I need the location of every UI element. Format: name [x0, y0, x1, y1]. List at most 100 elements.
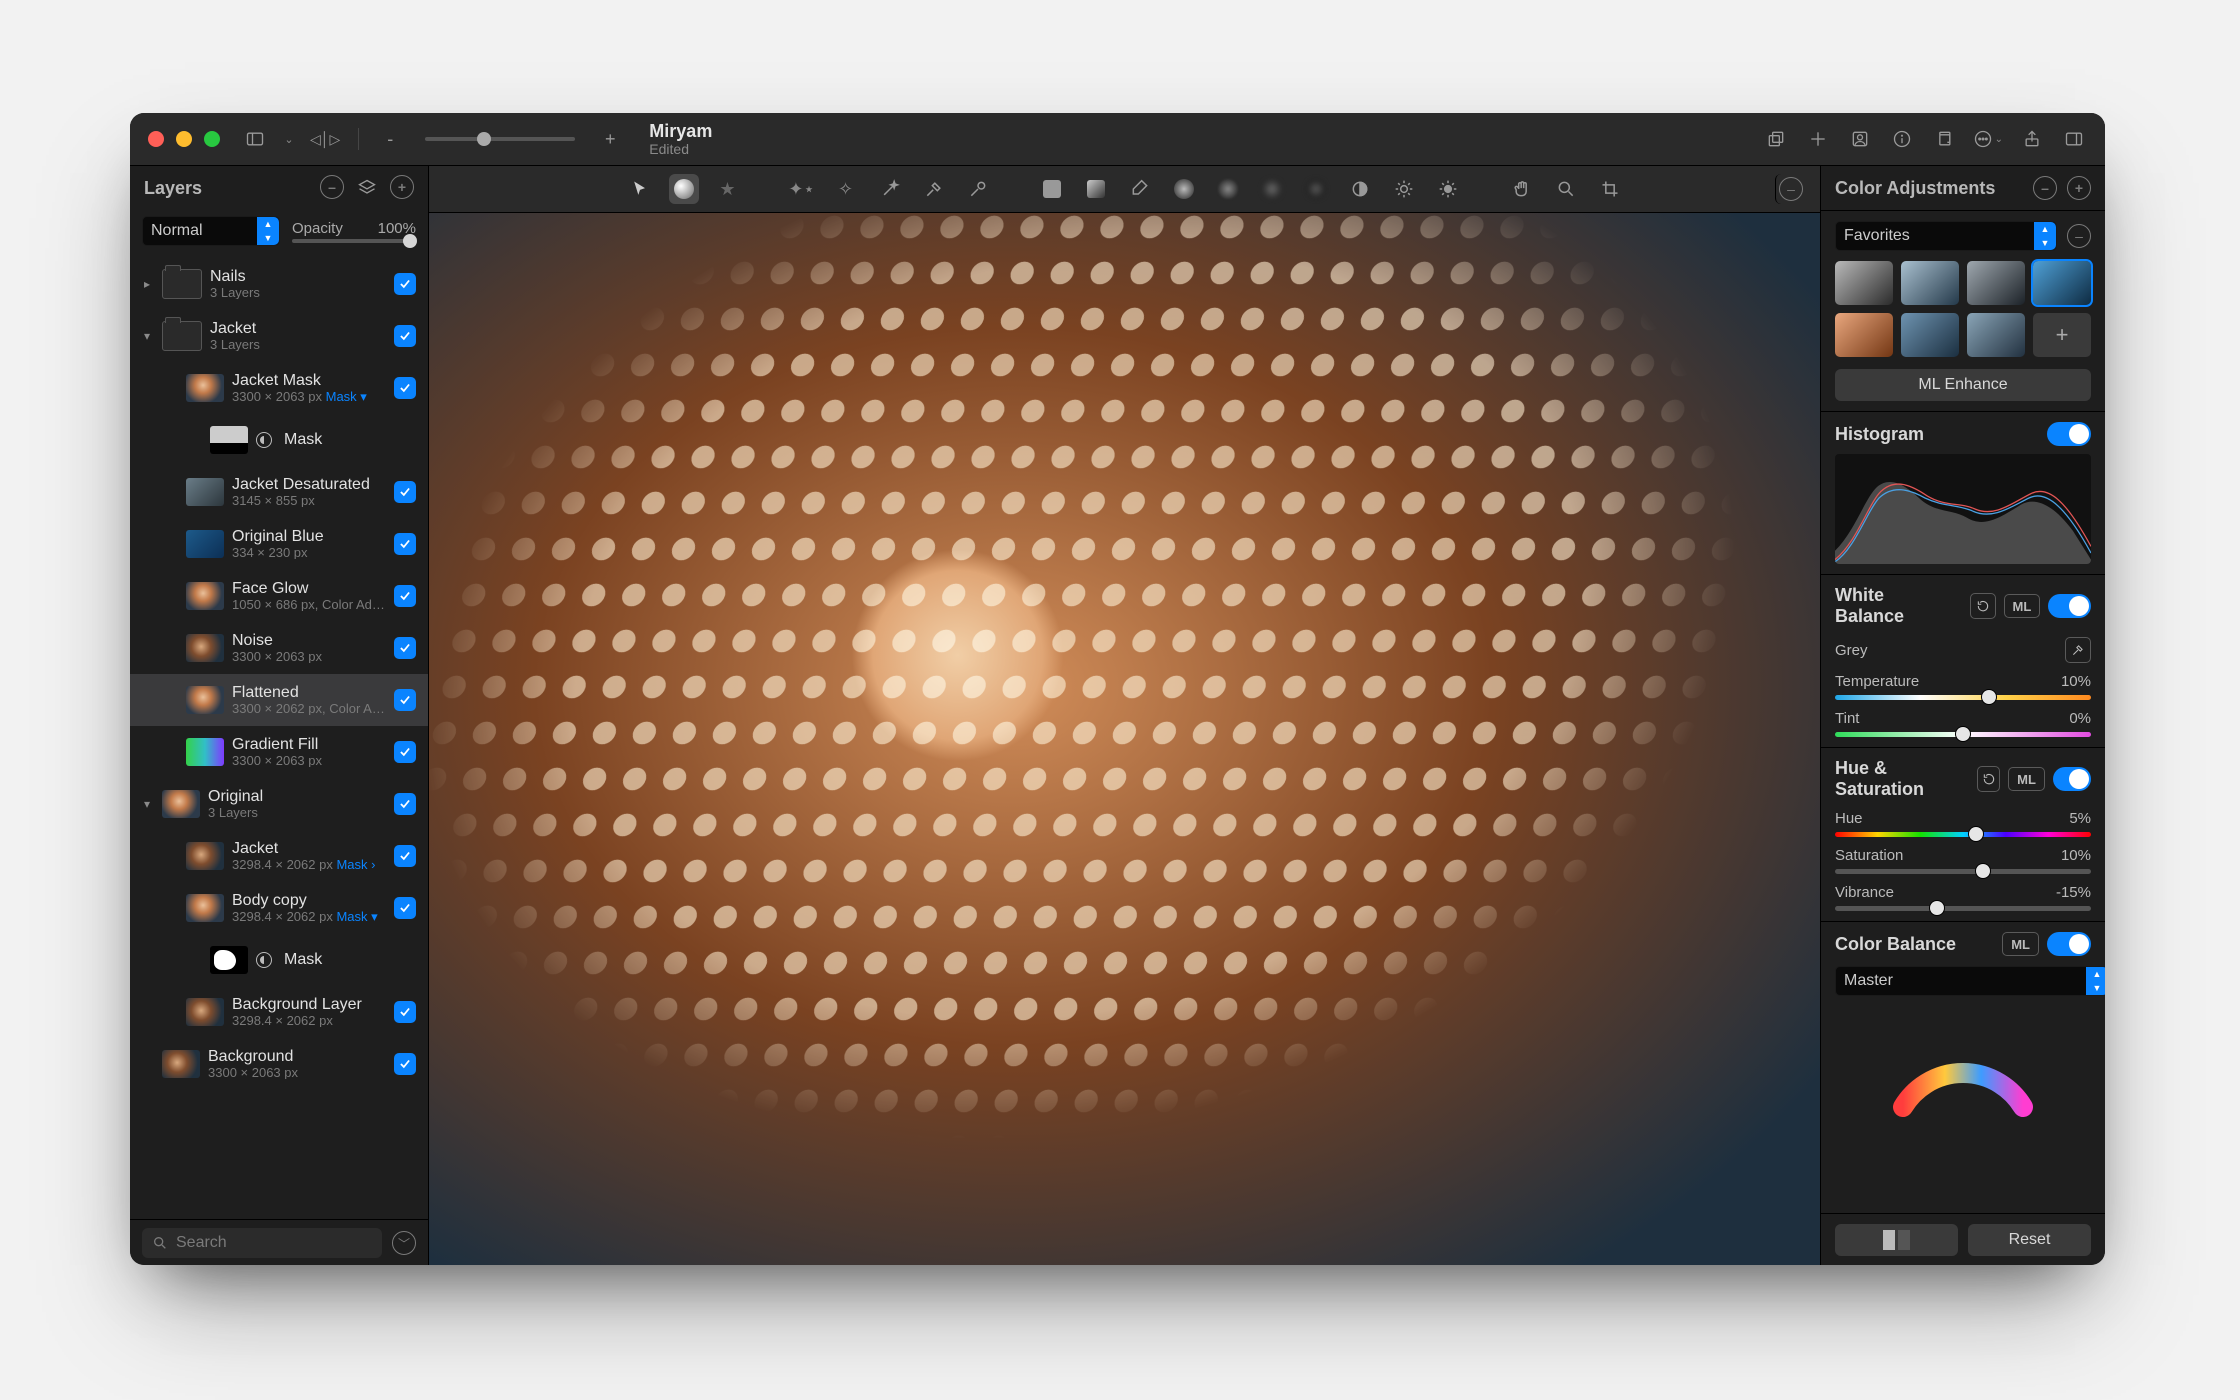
layer-visibility-checkbox[interactable]	[394, 637, 416, 659]
soft-brush-3[interactable]	[1301, 174, 1331, 204]
layer-mask-link[interactable]: Mask ›	[333, 858, 376, 872]
cb-wheel[interactable]	[1835, 1002, 2091, 1122]
hs-hue-slider[interactable]	[1835, 832, 2091, 837]
cb-range-select[interactable]: Master ▲▼	[1835, 966, 2105, 996]
layer-row[interactable]: Background Layer3298.4 × 2062 px	[130, 986, 428, 1038]
layer-visibility-checkbox[interactable]	[394, 377, 416, 399]
preset-thumb-4-selected[interactable]	[2033, 261, 2091, 305]
zoom-tool[interactable]	[1551, 174, 1581, 204]
soft-brush-1[interactable]	[1213, 174, 1243, 204]
add-layer-button[interactable]	[1763, 126, 1789, 152]
original-compare-button[interactable]: ◁│▷	[310, 126, 340, 152]
arrow-tool[interactable]	[625, 174, 655, 204]
layer-visibility-checkbox[interactable]	[394, 793, 416, 815]
layer-disclosure[interactable]: ▾	[140, 329, 154, 343]
crop-tool[interactable]	[1595, 174, 1625, 204]
opacity-slider[interactable]	[292, 239, 416, 243]
layer-mask-link[interactable]: Mask ▾	[333, 910, 378, 924]
canvas[interactable]	[429, 213, 1820, 1265]
reset-button[interactable]: Reset	[1968, 1224, 2091, 1256]
layer-disclosure[interactable]: ▸	[140, 277, 154, 291]
wb-reset-button[interactable]	[1970, 593, 1995, 619]
magic-wand-tool[interactable]	[875, 174, 905, 204]
wb-temperature-slider[interactable]	[1835, 695, 2091, 700]
preset-add-button[interactable]: +	[2033, 313, 2091, 357]
gradient-rect-tool[interactable]	[1081, 174, 1111, 204]
zoom-in-button[interactable]: +	[597, 126, 623, 152]
layer-visibility-checkbox[interactable]	[394, 845, 416, 867]
layer-row[interactable]: Mask	[130, 414, 428, 466]
minimize-window-button[interactable]	[176, 131, 192, 147]
contrast-tool[interactable]	[1345, 174, 1375, 204]
layer-row[interactable]: ▾Jacket3 Layers	[130, 310, 428, 362]
favorites-select[interactable]: Favorites ▲▼	[1835, 221, 2057, 251]
new-button[interactable]	[1805, 126, 1831, 152]
sidebar-toggle-button[interactable]	[242, 126, 268, 152]
hand-tool[interactable]	[1507, 174, 1537, 204]
fullscreen-window-button[interactable]	[204, 131, 220, 147]
wb-ml-button[interactable]: ML	[2004, 594, 2041, 618]
layer-row[interactable]: ▾Original3 Layers	[130, 778, 428, 830]
layers-stack-icon[interactable]	[354, 175, 380, 201]
layer-visibility-checkbox[interactable]	[394, 897, 416, 919]
info-button[interactable]	[1889, 126, 1915, 152]
layer-row[interactable]: Body copy3298.4 × 2062 px Mask ▾	[130, 882, 428, 934]
wb-grey-picker[interactable]	[2065, 637, 2091, 663]
layer-row[interactable]: ▸Nails3 Layers	[130, 258, 428, 310]
preset-thumb-5[interactable]	[1835, 313, 1893, 357]
preset-thumb-6[interactable]	[1901, 313, 1959, 357]
layer-row[interactable]: Jacket Mask3300 × 2063 px Mask ▾	[130, 362, 428, 414]
favorite-tool[interactable]: ★	[713, 174, 743, 204]
preset-thumb-1[interactable]	[1835, 261, 1893, 305]
layers-collapse-button[interactable]: –	[320, 175, 344, 199]
layer-row[interactable]: Background3300 × 2063 px	[130, 1038, 428, 1090]
layer-mask-link[interactable]: Mask ▾	[322, 390, 367, 404]
layer-disclosure[interactable]: ▾	[140, 797, 154, 811]
layer-visibility-checkbox[interactable]	[394, 533, 416, 555]
eraser-tool[interactable]	[1125, 174, 1155, 204]
eyedropper-tool[interactable]	[919, 174, 949, 204]
close-window-button[interactable]	[148, 131, 164, 147]
sparkle-tool-2[interactable]: ✧	[831, 174, 861, 204]
cb-toggle[interactable]	[2047, 932, 2091, 956]
extensions-button[interactable]: ⌄	[1973, 126, 2003, 152]
person-button[interactable]	[1847, 126, 1873, 152]
cb-ml-button[interactable]: ML	[2002, 932, 2039, 956]
hs-reset-button[interactable]	[1977, 766, 2000, 792]
before-after-button[interactable]	[1835, 1224, 1958, 1256]
layer-visibility-checkbox[interactable]	[394, 741, 416, 763]
layer-row[interactable]: Jacket Desaturated3145 × 855 px	[130, 466, 428, 518]
hs-sat-slider[interactable]	[1835, 869, 2091, 874]
layer-row[interactable]: Noise3300 × 2063 px	[130, 622, 428, 674]
layers-search-input[interactable]: Search	[142, 1228, 382, 1258]
preset-thumb-7[interactable]	[1967, 313, 2025, 357]
ml-enhance-button[interactable]: ML Enhance	[1835, 369, 2091, 401]
exposure-tool[interactable]	[1433, 174, 1463, 204]
preset-thumb-2[interactable]	[1901, 261, 1959, 305]
layer-visibility-checkbox[interactable]	[394, 585, 416, 607]
sidebar-toggle-chevron[interactable]: ⌄	[282, 126, 296, 152]
layer-visibility-checkbox[interactable]	[394, 1053, 416, 1075]
favorites-remove-button[interactable]: –	[2067, 224, 2091, 248]
layer-visibility-checkbox[interactable]	[394, 325, 416, 347]
layer-row[interactable]: Face Glow1050 × 686 px, Color Adjustme…	[130, 570, 428, 622]
hs-vib-slider[interactable]	[1835, 906, 2091, 911]
histogram-toggle[interactable]	[2047, 422, 2091, 446]
hs-ml-button[interactable]: ML	[2008, 767, 2045, 791]
sparkle-tool-1[interactable]: ✦⋆	[787, 174, 817, 204]
soft-brush-2[interactable]	[1257, 174, 1287, 204]
duplicate-button[interactable]	[1931, 126, 1957, 152]
layers-add-button[interactable]: +	[390, 175, 414, 199]
layer-row[interactable]: Mask	[130, 934, 428, 986]
inspector-toggle-button[interactable]	[2061, 126, 2087, 152]
rectangle-tool[interactable]	[1037, 174, 1067, 204]
wb-toggle[interactable]	[2048, 594, 2091, 618]
zoom-slider[interactable]	[425, 137, 575, 141]
layer-visibility-checkbox[interactable]	[394, 1001, 416, 1023]
hs-toggle[interactable]	[2053, 767, 2091, 791]
layer-visibility-checkbox[interactable]	[394, 481, 416, 503]
layer-row[interactable]: Jacket3298.4 × 2062 px Mask ›	[130, 830, 428, 882]
style-match-tool[interactable]	[669, 174, 699, 204]
layer-row[interactable]: Gradient Fill3300 × 2063 px	[130, 726, 428, 778]
layer-row[interactable]: Flattened3300 × 2062 px, Color Adjust…	[130, 674, 428, 726]
